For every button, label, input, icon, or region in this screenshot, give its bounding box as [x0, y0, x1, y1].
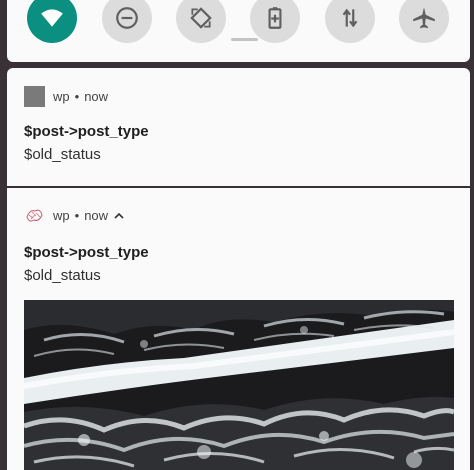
do-not-disturb-icon [116, 7, 138, 29]
notification-title: $post->post_type [24, 244, 149, 261]
notification-body: $old_status [24, 146, 101, 163]
auto-rotate-icon [190, 7, 212, 29]
notification-card[interactable]: wp • now $post->post_type $old_status [7, 68, 470, 186]
ocean-waves-photo [24, 300, 454, 470]
notification-time: now [84, 89, 109, 104]
notification-shade: wp • now $post->post_type $old_status wp • n… [0, 0, 474, 470]
separator-dot: • [74, 208, 80, 223]
mobile-data-tile[interactable] [325, 0, 375, 43]
notification-time: now [84, 208, 109, 223]
drag-handle[interactable] [231, 38, 258, 41]
notification-card-expanded[interactable]: wp • now $post->post_type $old_status [7, 188, 470, 470]
app-icon [24, 86, 45, 107]
app-name: wp [53, 89, 70, 104]
auto-rotate-tile[interactable] [176, 0, 226, 43]
do-not-disturb-tile[interactable] [102, 0, 152, 43]
airplane-mode-tile[interactable] [399, 0, 449, 43]
separator-dot: • [74, 89, 80, 104]
battery-saver-icon [268, 7, 282, 29]
notification-header: wp • now [24, 86, 108, 107]
app-name: wp [53, 208, 70, 223]
airplane-mode-icon [413, 7, 435, 29]
mobile-data-icon [342, 8, 358, 28]
notification-title: $post->post_type [24, 123, 149, 140]
notification-header: wp • now [24, 205, 124, 226]
notification-body: $old_status [24, 267, 101, 284]
notification-image [24, 300, 454, 470]
wifi-tile[interactable] [27, 0, 77, 43]
wifi-icon [41, 9, 63, 27]
battery-saver-tile[interactable] [250, 0, 300, 43]
app-icon [26, 209, 43, 222]
chevron-up-icon[interactable] [114, 212, 124, 220]
quick-settings-panel [7, 0, 470, 62]
